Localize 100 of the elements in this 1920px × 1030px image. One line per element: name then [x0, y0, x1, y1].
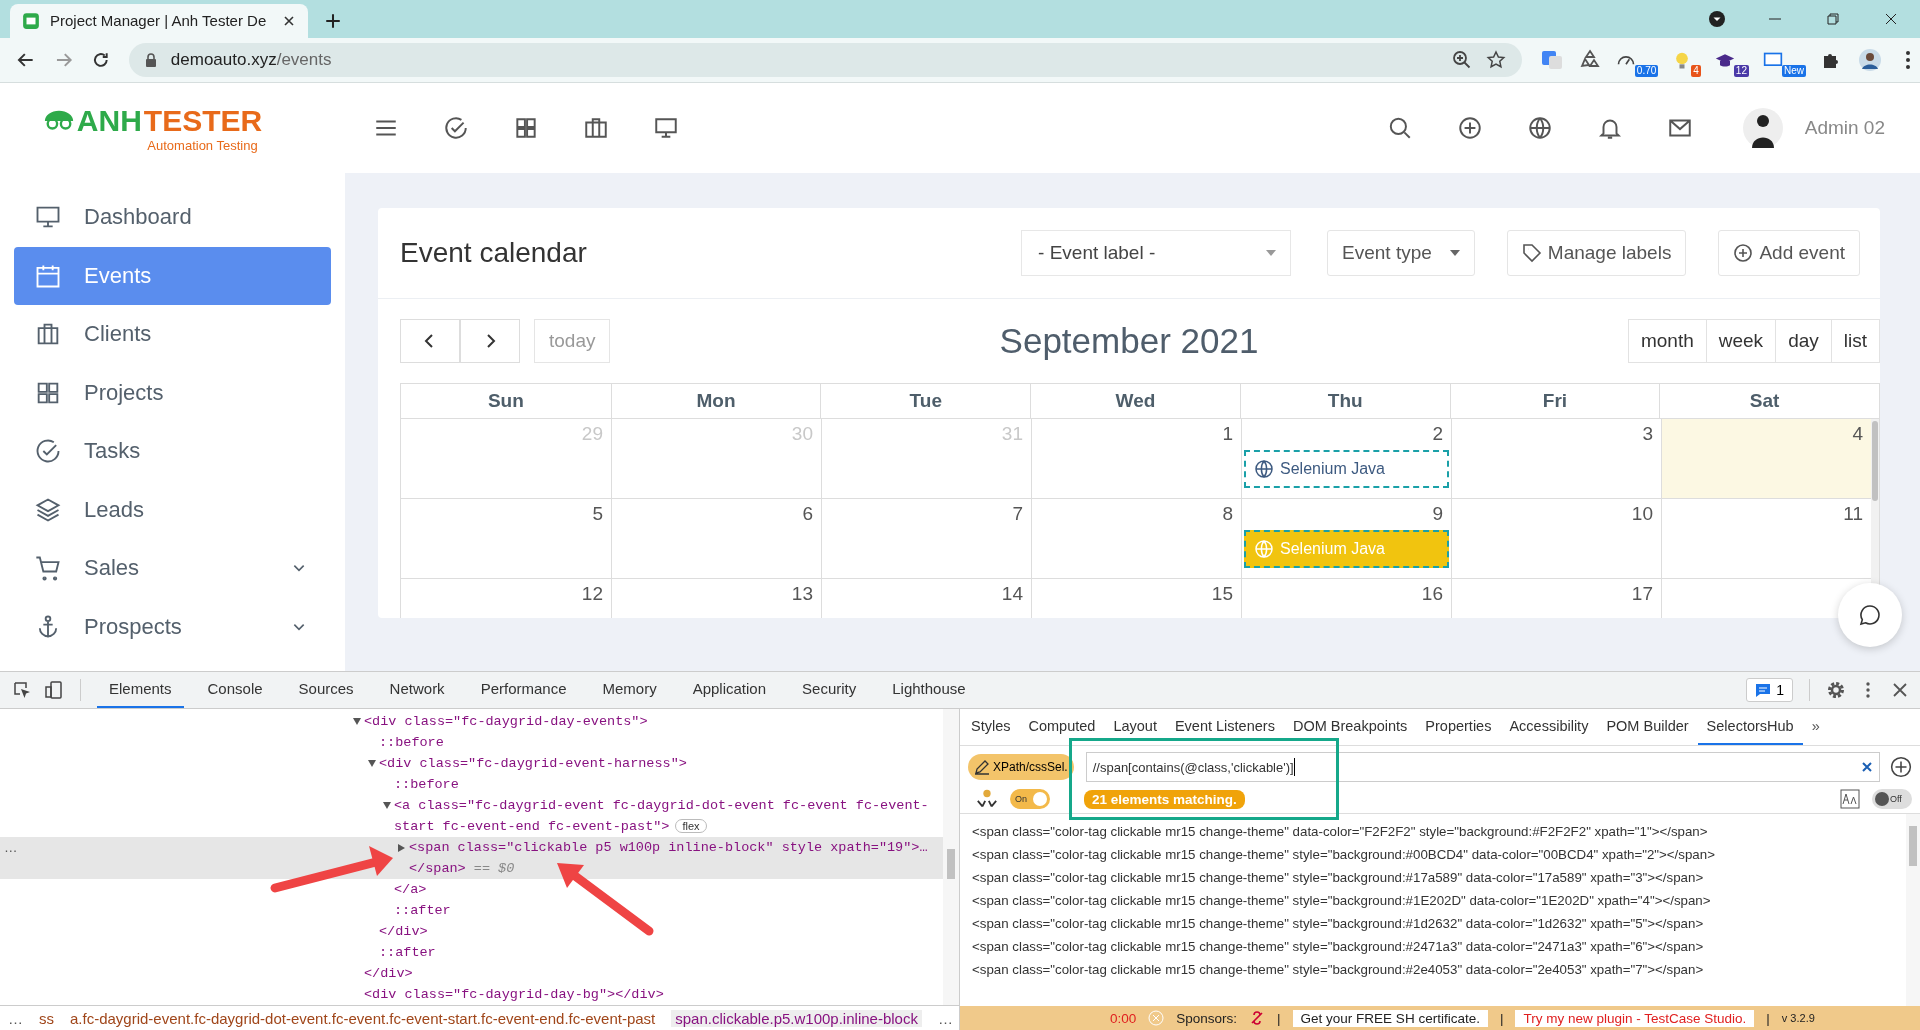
donate-hands-icon[interactable] — [976, 788, 998, 810]
devtools-tab[interactable]: Performance — [468, 672, 579, 708]
disclosure-triangle-icon[interactable] — [383, 802, 391, 809]
panel-tab[interactable]: Properties — [1416, 709, 1501, 745]
result-line[interactable]: <span class="color-tag clickable mr15 change-theme" style="background:#17a589" data-color="17a589" xpath="3"></span> — [972, 866, 1894, 889]
devtools-tab[interactable]: Sources — [286, 672, 366, 708]
breadcrumb-item[interactable]: span.clickable.p5.w100p.inline-block — [671, 1009, 922, 1027]
toggle-switch[interactable]: Off — [1872, 789, 1912, 809]
view-button[interactable]: week — [1705, 319, 1777, 363]
star-icon[interactable] — [1485, 49, 1506, 70]
dom-node[interactable]: </a> — [0, 879, 943, 900]
result-line[interactable]: <span class="color-tag clickable mr15 change-theme" style="background:#1E202D" data-color="1E202D" xpath="4"></span> — [972, 889, 1894, 912]
dom-node[interactable]: ::before — [0, 774, 943, 795]
scrollbar-thumb[interactable] — [1872, 421, 1878, 501]
breadcrumb-more[interactable]: … — [937, 1009, 953, 1027]
day-cell[interactable]: 1 — [1031, 419, 1241, 498]
view-button[interactable]: list — [1830, 319, 1880, 363]
breadcrumb-item[interactable]: ss — [39, 1009, 54, 1027]
devtools-tab[interactable]: Elements — [97, 672, 184, 708]
dom-node[interactable]: <div class="fc-daygrid-day-bg"></div> — [0, 984, 943, 1005]
dom-node[interactable]: <a class="fc-daygrid-event fc-daygrid-dot-event fc-event fc-event-start fc-event-end fc-event-past"> flex — [0, 795, 943, 837]
device-icon[interactable] — [44, 680, 64, 700]
devtools-tab[interactable]: Application — [680, 672, 779, 708]
panel-tab[interactable]: Event Listeners — [1165, 709, 1284, 745]
monitor-icon[interactable] — [653, 115, 679, 141]
panel-tab[interactable]: Accessibility — [1500, 709, 1598, 745]
day-cell[interactable]: 9 Selenium Java — [1241, 499, 1451, 578]
disclosure-triangle-icon[interactable] — [368, 760, 376, 767]
day-cell[interactable]: 2 Selenium Java — [1241, 419, 1451, 498]
view-button[interactable]: month — [1627, 319, 1707, 363]
breadcrumb-more[interactable]: … — [8, 1009, 23, 1027]
devtools-tab[interactable]: Lighthouse — [880, 672, 978, 708]
view-button[interactable]: day — [1775, 319, 1832, 363]
sponsor-logo-icon[interactable] — [1249, 1010, 1266, 1026]
dom-node[interactable]: ::before — [0, 732, 943, 753]
manage-labels-button[interactable]: Manage labels — [1506, 230, 1687, 276]
close-icon[interactable] — [282, 13, 296, 28]
dom-node[interactable]: ::after — [0, 900, 943, 921]
avatar-icon[interactable] — [1742, 108, 1783, 148]
result-line[interactable]: <span class="color-tag clickable mr15 change-theme" style="background:#00BCD4" data-color="00BCD4" xpath="2"></span> — [972, 843, 1894, 866]
certificate-link[interactable]: Get your FREE SH certificate. — [1292, 1009, 1488, 1027]
avatar-icon[interactable] — [1858, 47, 1882, 72]
sidebar-item[interactable]: Projects — [14, 363, 331, 422]
zoom-icon[interactable] — [1451, 49, 1472, 70]
plugin-link[interactable]: Try my new plugin - TestCase Studio. — [1515, 1009, 1755, 1027]
breadcrumb-item[interactable]: a.fc-daygrid-event.fc-daygrid-dot-event.fc-event.fc-event-start.fc-event-end.fc-event-past — [70, 1009, 656, 1027]
dropdown-icon[interactable] — [1708, 9, 1726, 28]
event-label-select[interactable]: - Event label - — [1021, 230, 1292, 276]
add-event-button[interactable]: Add event — [1718, 230, 1860, 276]
sidebar-item[interactable]: Tasks — [14, 422, 331, 481]
dom-node[interactable]: ::after — [0, 942, 943, 963]
dom-node[interactable]: <div class="fc-daygrid-event-harness"> — [0, 753, 943, 774]
sidebar-item[interactable]: Dashboard — [14, 188, 331, 247]
day-cell[interactable]: 5 — [401, 499, 611, 578]
day-cell[interactable]: 10 — [1451, 499, 1661, 578]
devtools-tab[interactable]: Memory — [590, 672, 669, 708]
toggle-switch[interactable]: On — [1010, 789, 1050, 809]
panel-tab[interactable]: Layout — [1104, 709, 1166, 745]
panel-tab[interactable]: POM Builder — [1597, 709, 1698, 745]
dom-node[interactable]: </div> — [0, 921, 943, 942]
scrollbar[interactable] — [943, 709, 959, 1005]
mode-button[interactable]: XPath/cssSel. — [968, 754, 1074, 780]
day-cell[interactable]: 16 — [1241, 579, 1451, 618]
add-icon[interactable] — [1456, 115, 1483, 141]
settings-icon[interactable] — [1826, 680, 1846, 700]
user-name[interactable]: Admin 02 — [1804, 117, 1885, 139]
selector-input[interactable]: //span[contains(@class,'clickable')] — [1085, 752, 1880, 782]
inspect-icon[interactable] — [12, 680, 32, 700]
panel-tab[interactable]: DOM Breakpoints — [1283, 709, 1417, 745]
day-cell[interactable]: 12 — [401, 579, 611, 618]
briefcase-icon[interactable] — [583, 115, 609, 141]
devtools-tab[interactable]: Network — [377, 672, 457, 708]
issues-button[interactable]: 1 — [1746, 678, 1793, 702]
devtools-tab[interactable]: Security — [790, 672, 869, 708]
result-line[interactable]: <span class="color-tag clickable mr15 change-theme" style="background:#2e4053" data-color="2e4053" xpath="7"></span> — [972, 958, 1894, 981]
panel-tab[interactable]: SelectorsHub — [1697, 709, 1803, 745]
globe-icon[interactable] — [1526, 115, 1553, 141]
calendar-event[interactable]: Selenium Java — [1244, 450, 1449, 488]
dom-node[interactable]: … <span class="clickable p5 w100p inline-block" style xpath="19">… </span> == $0 — [0, 837, 943, 879]
result-line[interactable]: <span class="color-tag clickable mr15 change-theme" data-color="F2F2F2" style="background:#F2F2F2" xpath="1"></span> — [972, 820, 1894, 843]
scrollbar[interactable] — [1906, 814, 1920, 1006]
dom-node[interactable]: <div class="fc-daygrid-day-events"> — [0, 711, 943, 732]
day-cell[interactable]: 14 — [821, 579, 1031, 618]
event-type-dropdown[interactable]: Event type — [1327, 230, 1475, 276]
result-line[interactable]: <span class="color-tag clickable mr15 change-theme" style="background:#2471a3" data-color="2471a3" xpath="6"></span> — [972, 935, 1894, 958]
clear-icon[interactable] — [1861, 761, 1873, 773]
font-size-icon[interactable] — [1840, 789, 1860, 809]
devtools-tab[interactable]: Console — [195, 672, 275, 708]
day-cell[interactable]: 6 — [611, 499, 821, 578]
sidebar-item[interactable]: Leads — [14, 480, 331, 539]
day-cell[interactable]: 7 — [821, 499, 1031, 578]
plus-icon[interactable] — [324, 11, 342, 30]
dom-node[interactable]: </div> — [0, 963, 943, 984]
result-line[interactable]: <span class="color-tag clickable mr15 change-theme" style="background:#1d2632" data-color="1d2632" xpath="5"></span> — [972, 912, 1894, 935]
panel-tab[interactable]: Styles — [962, 709, 1020, 745]
day-cell[interactable]: 17 — [1451, 579, 1661, 618]
disclosure-triangle-icon[interactable] — [353, 718, 361, 725]
sidebar-item[interactable]: Clients — [14, 305, 331, 364]
browser-tab[interactable]: Project Manager | Anh Tester De — [10, 3, 308, 38]
panel-tab[interactable]: Computed — [1019, 709, 1105, 745]
